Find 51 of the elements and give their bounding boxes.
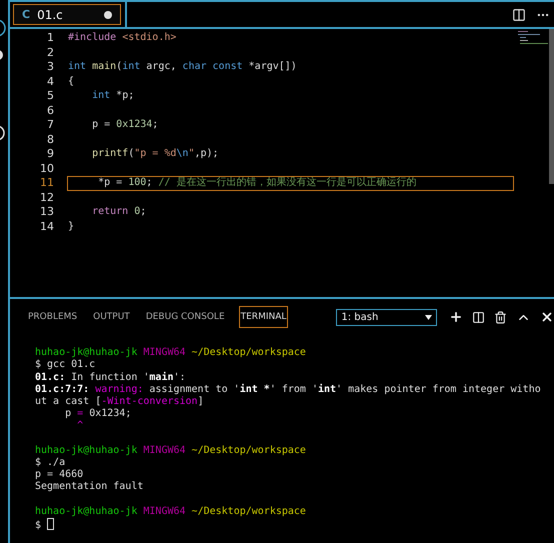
terminal-line: p = 0x1234;: [64, 408, 132, 420]
plus-icon[interactable]: [449, 310, 463, 324]
terminal-line: $: [35, 520, 42, 531]
minimap-drawing: [518, 31, 548, 47]
code-line: int main(int argc, char const *argv[]): [67, 60, 298, 74]
split-terminal-icon[interactable]: [472, 310, 485, 324]
terminal-line: ^: [76, 420, 84, 432]
line-number: 4: [47, 74, 54, 89]
caret-icon: [425, 314, 432, 320]
code-line: }: [67, 220, 76, 234]
terminal-line: p = 4660: [35, 469, 84, 480]
code-line: printf("p = %d\n",p);: [91, 147, 220, 161]
split-editor-icon[interactable]: [512, 8, 526, 22]
terminal-line: $ gcc 01.c: [35, 359, 96, 370]
scrollbar[interactable]: [549, 29, 554, 184]
line-number: 7: [47, 118, 54, 132]
line-number: 5: [47, 89, 54, 104]
code-line: p = 0x1234;: [91, 118, 160, 132]
close-icon[interactable]: [540, 310, 554, 324]
line-number: 10: [40, 162, 54, 176]
terminal-line: huhao-jk@huhao-jk MINGW64 ~/Desktop/workspace: [35, 444, 306, 456]
tab-label: 01.c: [37, 8, 64, 22]
terminal-line: Segmentation fault: [35, 481, 144, 492]
code-line: int *p;: [91, 89, 136, 103]
line-number: 3: [47, 60, 54, 74]
terminal-line: $ ./a: [35, 456, 66, 468]
terminal-line: ut a cast [-Wint-conversion]: [35, 396, 204, 407]
line-number: 13: [40, 205, 54, 220]
terminal-line: 01.c:7:7: warning: assignment to 'int *' from 'int' makes pointer from integer witho: [35, 384, 541, 395]
terminal-line: huhao-jk@huhao-jk MINGW64 ~/Desktop/workspace: [35, 506, 306, 517]
line-number: 6: [47, 104, 54, 118]
line-number: 12: [40, 190, 54, 205]
line-number: 1: [47, 31, 54, 46]
terminal-line: 01.c: In function 'main':: [35, 372, 186, 383]
line-number: 9: [47, 147, 54, 162]
panel-tab[interactable]: DEBUG CONSOLE: [144, 306, 227, 328]
terminal-line: huhao-jk@huhao-jk MINGW64 ~/Desktop/workspace: [35, 347, 306, 358]
line-number: 8: [47, 132, 54, 147]
terminal-select[interactable]: 1: bash: [336, 308, 437, 326]
line-number: 11: [40, 176, 54, 190]
trash-icon[interactable]: [494, 310, 507, 324]
panel-tab[interactable]: PROBLEMS: [26, 306, 80, 328]
line-number: 14: [40, 220, 54, 234]
panel-tab[interactable]: TERMINAL: [238, 306, 288, 328]
c-language-icon: C: [22, 8, 30, 21]
line-number: 2: [47, 46, 54, 60]
panel-tab[interactable]: OUTPUT: [91, 306, 132, 328]
code-line: return 0;: [91, 205, 148, 219]
code-line: {: [67, 74, 76, 88]
file-tab[interactable]: C 01.c: [13, 4, 121, 25]
code-line: #include <stdio.h>: [67, 31, 178, 45]
